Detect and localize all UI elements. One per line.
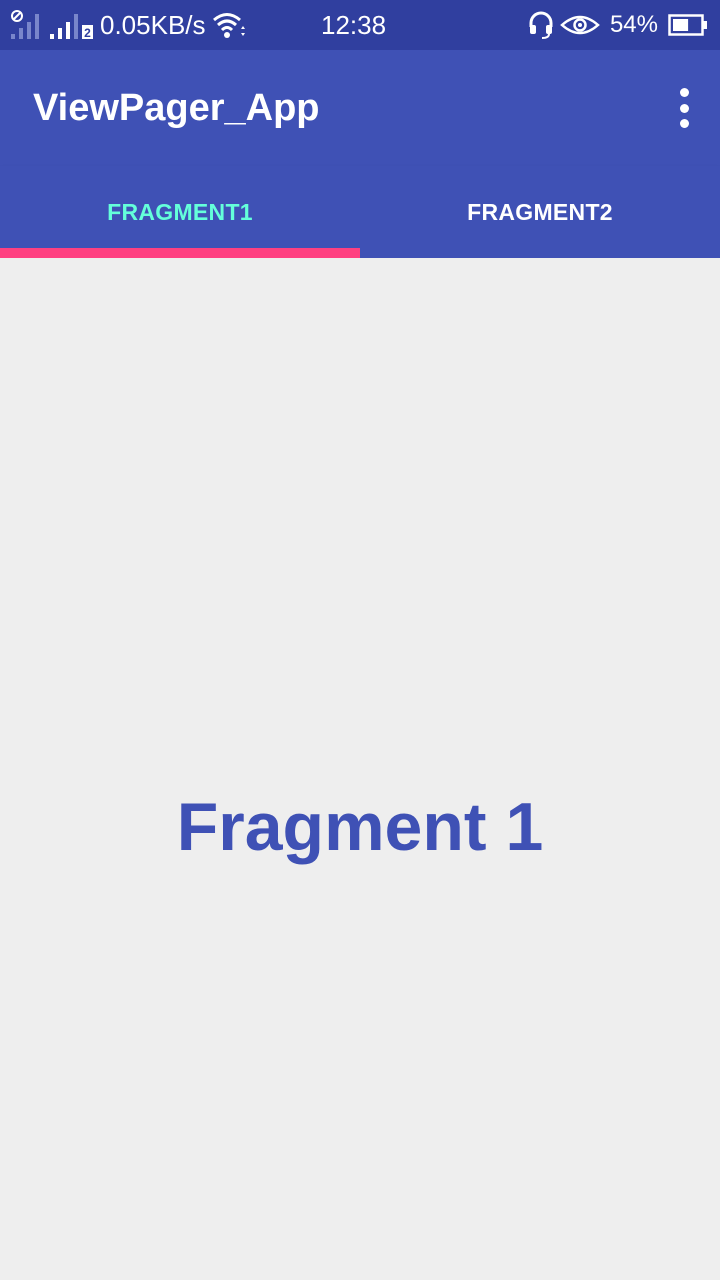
sim2-label: 2	[84, 26, 91, 40]
signal-sim2-icon: 2	[48, 10, 94, 40]
status-time: 12:38	[321, 10, 387, 40]
status-bar-right: 54%	[528, 0, 708, 50]
more-vert-icon[interactable]	[676, 88, 692, 128]
tab-fragment1[interactable]: FRAGMENT1	[0, 166, 360, 258]
overflow-dot	[679, 88, 689, 97]
network-speed: 0.05KB/s	[100, 9, 206, 40]
battery-icon	[668, 13, 708, 37]
overflow-dot	[679, 103, 689, 113]
no-sim-signal-icon	[10, 10, 44, 40]
tab-selected-indicator	[0, 248, 360, 258]
fragment-title: Fragment 1	[176, 789, 544, 865]
app-toolbar: ViewPager_App	[0, 50, 720, 166]
tab-fragment1-label: FRAGMENT1	[107, 198, 253, 225]
battery-fill	[673, 19, 689, 31]
battery-percent: 54%	[609, 11, 658, 38]
overflow-dot	[679, 119, 689, 128]
headset-icon	[528, 11, 554, 39]
tab-fragment2[interactable]: FRAGMENT2	[360, 166, 720, 258]
eye-icon	[560, 13, 600, 37]
wifi-icon	[212, 11, 246, 39]
tab-fragment2-label: FRAGMENT2	[467, 198, 613, 225]
tab-layout: FRAGMENT1 FRAGMENT2	[0, 166, 720, 258]
status-bar-left: 2 0.05KB/s	[10, 0, 246, 50]
status-bar: 2 0.05KB/s 12:38 54%	[0, 0, 720, 50]
toolbar-title: ViewPager_App	[33, 87, 320, 129]
view-pager-content[interactable]: Fragment 1	[0, 258, 720, 1280]
